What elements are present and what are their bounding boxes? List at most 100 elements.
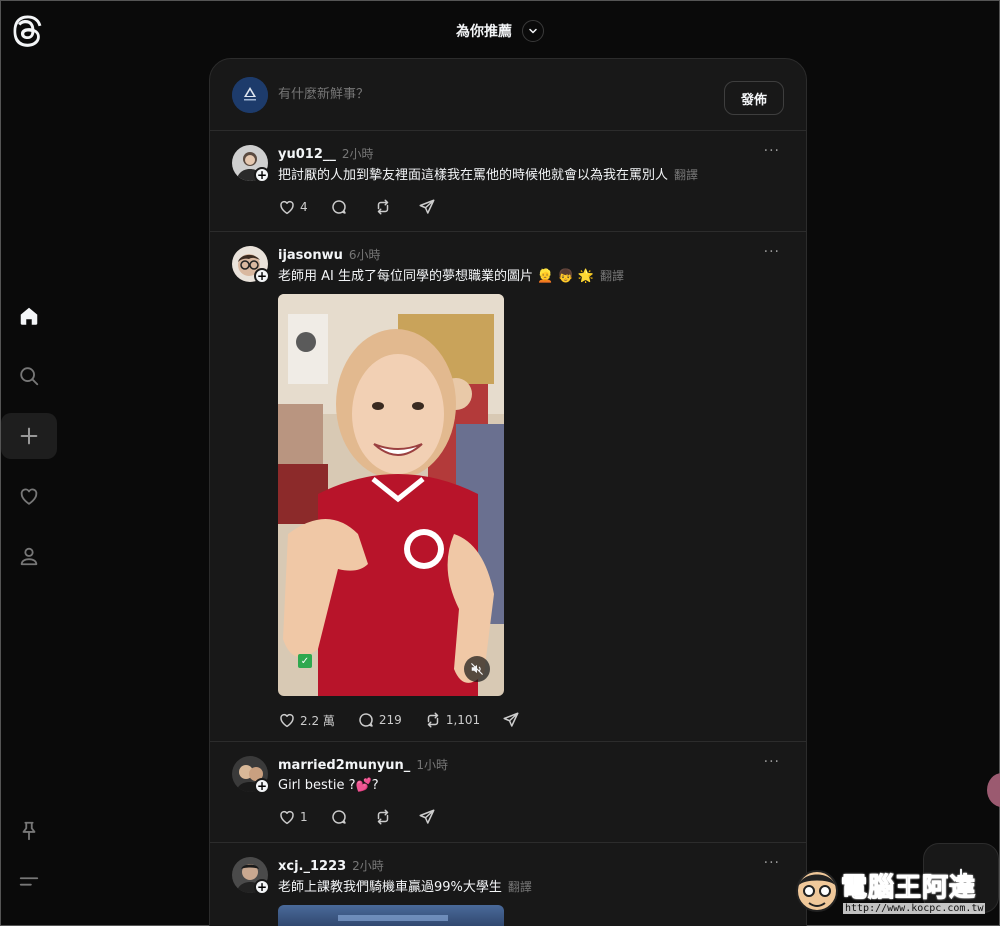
post-text-content: 把討厭的人加到摯友裡面這樣我在罵他的時候他就會以為我在罵別人 [278,168,669,183]
post-username[interactable]: xcj._1223 [278,859,346,874]
feed: 發佈 + yu012__ 2小時 ··· 把討厭的人加到摯友裡面這樣我在罵他的時… [209,58,807,926]
speaker-muted-icon [471,663,483,675]
avatar[interactable]: + [232,246,270,284]
menu-icon [19,877,39,886]
nav-pin[interactable] [1,809,57,853]
heart-icon [280,200,294,215]
reply-button[interactable]: 219 [357,711,402,729]
nav-create[interactable] [1,413,57,459]
post-video[interactable] [278,905,504,926]
like-count: 1 [300,810,308,824]
check-emoji-icon: ✓ [298,654,312,668]
nav-menu[interactable] [1,859,57,903]
repost-button[interactable] [374,198,396,216]
share-icon [419,809,435,824]
post-text-content: 老師上課教我們騎機車贏過99%大學生 [278,880,502,895]
mascot-icon [796,870,838,912]
feed-header: 為你推薦 [1,19,999,43]
post-text: 老師上課教我們騎機車贏過99%大學生 翻譯 [278,878,784,897]
pin-icon [22,821,36,841]
repost-icon [377,809,388,825]
follow-plus-icon[interactable]: + [254,879,270,895]
like-count: 2.2 萬 [300,713,335,728]
follow-plus-icon[interactable]: + [254,778,270,794]
post-username[interactable]: ijasonwu [278,248,343,263]
comment-icon [331,200,346,214]
nav-search[interactable] [1,353,57,399]
repost-button[interactable]: 1,101 [424,711,480,729]
post-time: 6小時 [348,248,381,262]
heart-icon [20,488,38,505]
search-icon [20,367,39,386]
follow-plus-icon[interactable]: + [254,167,270,183]
side-avatar-bubble[interactable] [987,773,1000,807]
composer-input[interactable] [278,87,678,102]
nav-profile[interactable] [1,533,57,579]
avatar[interactable]: + [232,857,270,895]
left-navigation [1,293,59,593]
comment-icon [359,713,373,727]
reply-count: 219 [378,713,402,727]
heart-icon [280,713,294,728]
post[interactable]: + married2munyun_ 1小時 ··· Girl bestie ?💕… [210,742,806,843]
profile-icon [20,547,38,566]
reply-button[interactable] [330,808,352,826]
repost-icon [427,712,439,728]
like-button[interactable]: 2.2 萬 [278,711,335,729]
translate-link[interactable]: 翻譯 [600,269,624,283]
post-actions: 2.2 萬 219 1,101 [278,698,784,742]
avatar[interactable]: + [232,756,270,794]
like-count: 4 [300,200,308,214]
post[interactable]: + ijasonwu 6小時 ··· 老師用 AI 生成了每位同學的夢想職業的圖… [210,232,806,742]
post[interactable]: + xcj._1223 2小時 ··· 老師上課教我們騎機車贏過99%大學生 翻譯 [210,843,806,926]
composer: 發佈 [210,59,806,131]
more-options-button[interactable]: ··· [764,143,780,159]
post-time: 2小時 [352,859,384,873]
share-button[interactable] [418,198,436,216]
reply-button[interactable] [330,198,352,216]
nav-home[interactable] [1,293,57,339]
like-button[interactable]: 4 [278,198,308,216]
comment-icon [331,810,346,824]
avatar[interactable]: + [232,145,270,183]
repost-count: 1,101 [445,713,481,727]
post[interactable]: + yu012__ 2小時 ··· 把討厭的人加到摯友裡面這樣我在罵他的時候他就… [210,131,806,232]
post-actions: 1 [278,795,784,839]
translate-link[interactable]: 翻譯 [674,168,698,182]
post-actions: 4 [278,185,784,229]
left-navigation-bottom [1,809,59,909]
watermark-name: 電腦王阿達 [840,873,977,904]
avatar[interactable] [232,76,268,113]
post-username[interactable]: yu012__ [278,147,336,162]
share-button[interactable] [418,808,436,826]
post-text: 把討厭的人加到摯友裡面這樣我在罵他的時候他就會以為我在罵別人 翻譯 [278,166,784,185]
feed-title: 為你推薦 [456,24,512,40]
more-options-button[interactable]: ··· [764,754,780,770]
heart-icon [280,810,294,825]
watermark: 電腦王阿達 http://www.kocpc.com.tw [793,861,993,921]
more-options-button[interactable]: ··· [764,855,780,871]
feed-dropdown-button[interactable] [522,20,544,42]
follow-plus-icon[interactable]: + [254,268,270,284]
post-text-content: Girl bestie ?💕? [278,778,379,793]
publish-button[interactable]: 發佈 [724,81,784,115]
more-options-button[interactable]: ··· [764,244,780,260]
home-icon [20,307,38,325]
share-button[interactable] [502,711,520,729]
post-text: Girl bestie ?💕? [278,777,784,795]
repost-button[interactable] [374,808,396,826]
post-time: 2小時 [341,147,374,161]
post-text-content: 老師用 AI 生成了每位同學的夢想職業的圖片 👱 👦 🌟 [278,269,594,284]
share-icon [503,712,519,727]
chevron-down-icon [529,28,537,34]
repost-icon [377,199,388,215]
translate-link[interactable]: 翻譯 [508,880,532,894]
like-button[interactable]: 1 [278,808,308,826]
nav-activity[interactable] [1,473,57,519]
mute-button[interactable] [464,656,490,682]
share-icon [419,199,435,214]
post-username[interactable]: married2munyun_ [278,758,410,773]
post-time: 1小時 [416,758,448,772]
watermark-url: http://www.kocpc.com.tw [843,903,986,914]
post-video[interactable]: ✓ [278,294,504,696]
